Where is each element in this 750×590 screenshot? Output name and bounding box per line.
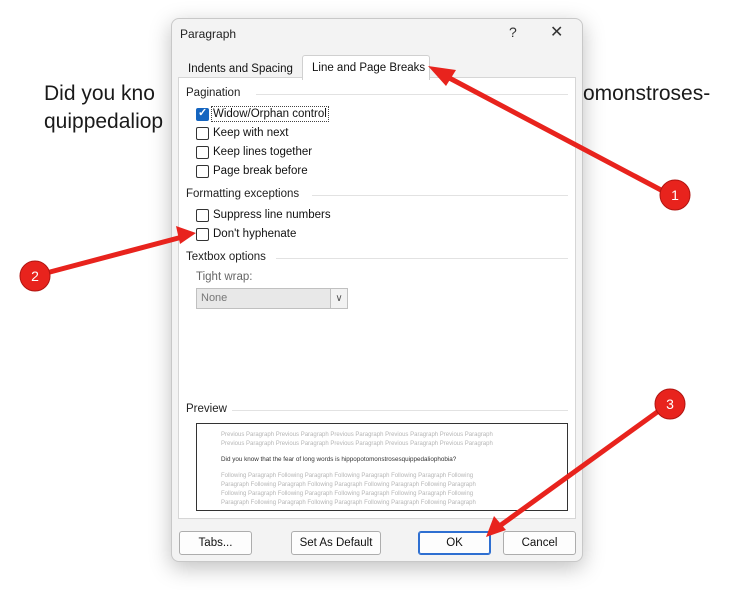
textbox-options-divider	[276, 258, 568, 259]
page-break-before-label: Page break before	[213, 165, 308, 177]
preview-main-line: Did you know that the fear of long words…	[221, 456, 457, 463]
preview-heading: Preview	[186, 403, 227, 415]
tight-wrap-select[interactable]: None ∨	[196, 288, 348, 309]
widow-orphan-checkbox[interactable]	[196, 106, 209, 121]
preview-previous-line: Previous Paragraph Previous Paragraph Pr…	[221, 432, 493, 438]
pagination-heading: Pagination	[186, 87, 241, 99]
widow-orphan-label: Widow/Orphan control	[211, 106, 329, 122]
tight-wrap-value: None	[201, 292, 228, 304]
formatting-exceptions-heading: Formatting exceptions	[186, 188, 300, 200]
preview-previous-line: Previous Paragraph Previous Paragraph Pr…	[221, 441, 493, 447]
dont-hyphenate-label: Don't hyphenate	[213, 228, 297, 240]
tight-wrap-label: Tight wrap:	[196, 271, 253, 283]
tab-line-and-page-breaks[interactable]: Line and Page Breaks	[302, 55, 430, 80]
close-icon[interactable]: ✕	[550, 22, 563, 42]
textbox-options-heading: Textbox options	[186, 251, 266, 263]
dont-hyphenate-checkbox[interactable]	[196, 228, 209, 241]
ok-button[interactable]: OK	[418, 531, 491, 555]
preview-following-line: Following Paragraph Following Paragraph …	[221, 473, 474, 479]
help-icon[interactable]: ?	[509, 24, 517, 40]
chevron-down-icon: ∨	[330, 289, 347, 308]
preview-following-line: Paragraph Following Paragraph Following …	[221, 482, 476, 488]
preview-following-line: Following Paragraph Following Paragraph …	[221, 491, 474, 497]
page-break-before-checkbox[interactable]	[196, 165, 209, 178]
paragraph-dialog: Paragraph ? ✕ Indents and Spacing Line a…	[171, 18, 583, 562]
suppress-line-numbers-checkbox[interactable]	[196, 209, 209, 222]
tab-line-and-page-breaks-label: Line and Page Breaks	[312, 62, 426, 74]
document-text-line1-right: omonstroses-	[583, 82, 711, 105]
pagination-divider	[256, 94, 568, 95]
formatting-exceptions-divider	[312, 195, 568, 196]
set-as-default-button[interactable]: Set As Default	[291, 531, 381, 555]
keep-with-next-checkbox[interactable]	[196, 127, 209, 140]
document-text-line1-left: Did you kno	[44, 82, 155, 105]
keep-lines-together-checkbox[interactable]	[196, 146, 209, 159]
tabs-button[interactable]: Tabs...	[179, 531, 252, 555]
document-text-line2-left: quippedaliop	[44, 110, 164, 133]
keep-with-next-label: Keep with next	[213, 127, 289, 139]
tab-indents-and-spacing[interactable]: Indents and Spacing	[188, 63, 293, 75]
dialog-title: Paragraph	[180, 27, 237, 41]
preview-divider	[232, 410, 568, 411]
preview-following-line: Paragraph Following Paragraph Following …	[221, 500, 476, 506]
suppress-line-numbers-label: Suppress line numbers	[213, 209, 331, 221]
cancel-button[interactable]: Cancel	[503, 531, 576, 555]
keep-lines-together-label: Keep lines together	[213, 146, 313, 158]
preview-box: Previous Paragraph Previous Paragraph Pr…	[196, 423, 568, 511]
